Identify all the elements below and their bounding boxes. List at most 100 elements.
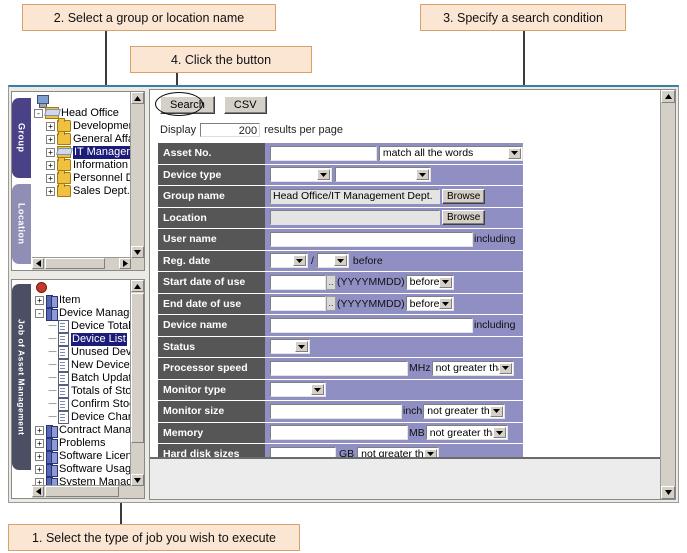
tree-node-sales[interactable]: + Sales Dept. (32, 183, 131, 198)
tree-node-root[interactable]: - Head Office (32, 107, 131, 120)
end-date-input[interactable] (270, 296, 326, 312)
chevron-down-icon[interactable] (293, 255, 306, 267)
expand-icon[interactable]: + (35, 451, 44, 461)
scroll-thumb-horizontal[interactable] (45, 486, 119, 497)
scroll-thumb-vertical[interactable] (131, 293, 144, 443)
tree-node-development[interactable]: + Development Dept. (32, 118, 131, 133)
collapse-icon[interactable]: - (35, 308, 44, 318)
device-type-select-1[interactable] (270, 167, 332, 183)
expand-icon[interactable]: + (46, 134, 55, 144)
start-date-picker-button[interactable]: .. (326, 274, 336, 290)
tree-node-item[interactable]: + Item (32, 294, 131, 308)
tree-node-problems[interactable]: + Problems (32, 437, 131, 451)
reg-date-select-1[interactable] (270, 253, 308, 269)
memory-input[interactable] (270, 425, 408, 441)
scroll-thumb-horizontal[interactable] (45, 258, 105, 269)
reg-date-select-2[interactable] (316, 253, 349, 269)
expand-icon[interactable]: + (46, 186, 55, 196)
tree-node-confirm-stocktaking[interactable]: ─ Confirm Stocktaking (32, 398, 131, 411)
device-name-input[interactable] (270, 317, 473, 333)
tree-node-device-list[interactable]: ─ Device List (32, 333, 131, 346)
tree-node-unused-device-list[interactable]: ─ Unused Device List (32, 346, 131, 359)
tree-node-totals-of-stocktaking[interactable]: ─ Totals of Stocktakin (32, 385, 131, 398)
asset-no-input[interactable] (270, 145, 377, 161)
end-date-condition-select[interactable]: before (405, 296, 454, 312)
expand-icon[interactable]: + (46, 160, 55, 170)
chevron-down-icon[interactable] (438, 298, 452, 310)
scroll-down-icon[interactable] (131, 246, 144, 258)
monitor-size-condition-select[interactable]: not greater than (423, 403, 506, 419)
csv-button[interactable]: CSV (223, 96, 267, 114)
job-tree-vertical-scrollbar[interactable] (130, 280, 144, 486)
collapse-icon[interactable]: - (34, 108, 43, 118)
tree-node-software-license[interactable]: + Software License (32, 450, 131, 464)
tab-job-of-asset-management[interactable]: Job of Asset Management (12, 284, 31, 470)
expand-icon[interactable]: + (35, 438, 44, 448)
memory-condition-select[interactable]: not greater than (425, 425, 508, 441)
tree-node-label: Device Management (59, 307, 131, 319)
job-tree-body[interactable]: +Item -Device Management ─Device Totals … (32, 280, 131, 486)
chevron-down-icon[interactable] (333, 255, 347, 267)
chevron-down-icon[interactable] (508, 147, 521, 159)
expand-icon[interactable]: + (46, 121, 55, 131)
location-browse-button[interactable]: Browse (442, 210, 486, 226)
chevron-down-icon[interactable] (317, 169, 330, 181)
end-date-picker-button[interactable]: .. (326, 296, 336, 312)
group-tree-horizontal-scrollbar[interactable] (32, 257, 131, 270)
chevron-down-icon[interactable] (416, 169, 429, 181)
scroll-down-icon[interactable] (661, 486, 675, 499)
tree-node-new-device[interactable]: ─ New Device (32, 359, 131, 372)
expand-icon[interactable]: + (35, 295, 44, 305)
chevron-down-icon[interactable] (438, 276, 452, 288)
scroll-up-icon[interactable] (131, 92, 144, 104)
chevron-down-icon[interactable] (490, 405, 504, 417)
tree-node-batch-update[interactable]: ─ Batch Update (32, 372, 131, 385)
expand-icon[interactable]: + (35, 425, 44, 435)
results-per-page-input[interactable]: 200 (200, 123, 261, 137)
content-vertical-scrollbar[interactable] (660, 90, 675, 499)
scroll-up-icon[interactable] (661, 90, 675, 103)
monitor-size-input[interactable] (270, 403, 402, 419)
tree-node-information-system[interactable]: + Information System (32, 157, 131, 172)
processor-speed-condition-select[interactable]: not greater than (431, 360, 514, 376)
scroll-up-icon[interactable] (131, 280, 144, 292)
asset-no-match-select[interactable]: match all the words (378, 145, 523, 161)
tree-node-computer[interactable] (32, 92, 131, 108)
tree-node-software-usage-management[interactable]: + Software Usage Manag (32, 463, 131, 477)
status-select[interactable] (270, 339, 310, 355)
folder-open-icon (45, 107, 59, 120)
tree-node-device-management[interactable]: - Device Management (32, 307, 131, 321)
expand-icon[interactable]: + (46, 173, 55, 183)
tree-node-personnel[interactable]: + Personnel Dept. (32, 170, 131, 185)
device-type-select-2[interactable] (335, 167, 431, 183)
group-tree-body[interactable]: - Head Office + Development Dept. + General… (32, 92, 131, 258)
group-tree-vertical-scrollbar[interactable] (130, 92, 144, 258)
tree-node-general-affairs[interactable]: + General Affairs Dep (32, 131, 131, 146)
start-date-condition-select[interactable]: before (405, 274, 454, 290)
tree-node-device-change-log[interactable]: ─ Device Change Log (32, 411, 131, 424)
tree-node-contract-management[interactable]: + Contract Management (32, 424, 131, 438)
tree-node-it-management[interactable]: + IT Management De (32, 146, 131, 159)
scroll-down-icon[interactable] (131, 474, 144, 486)
start-date-input[interactable] (270, 274, 326, 290)
tab-group[interactable]: Group (12, 98, 31, 178)
chevron-down-icon[interactable] (311, 384, 324, 396)
scroll-left-icon[interactable] (32, 486, 44, 497)
expand-icon[interactable]: + (46, 147, 55, 157)
processor-speed-input[interactable] (270, 360, 408, 376)
chevron-down-icon[interactable] (295, 341, 308, 353)
user-name-trailing-label: including (474, 233, 516, 246)
user-name-input[interactable] (270, 231, 473, 247)
job-tree-horizontal-scrollbar[interactable] (32, 485, 131, 498)
group-name-browse-button[interactable]: Browse (442, 188, 486, 204)
tab-location[interactable]: Location (12, 184, 31, 264)
monitor-type-select[interactable] (270, 382, 326, 398)
form-row-processor-speed: Processor speed MHz not greater than (158, 358, 523, 379)
scroll-right-icon[interactable] (119, 258, 131, 269)
scroll-left-icon[interactable] (32, 258, 44, 269)
chevron-down-icon[interactable] (492, 427, 506, 439)
tree-node-root-ball[interactable] (32, 280, 131, 294)
tree-node-device-totals[interactable]: ─ Device Totals (32, 320, 131, 333)
chevron-down-icon[interactable] (498, 362, 512, 374)
expand-icon[interactable]: + (35, 464, 44, 474)
